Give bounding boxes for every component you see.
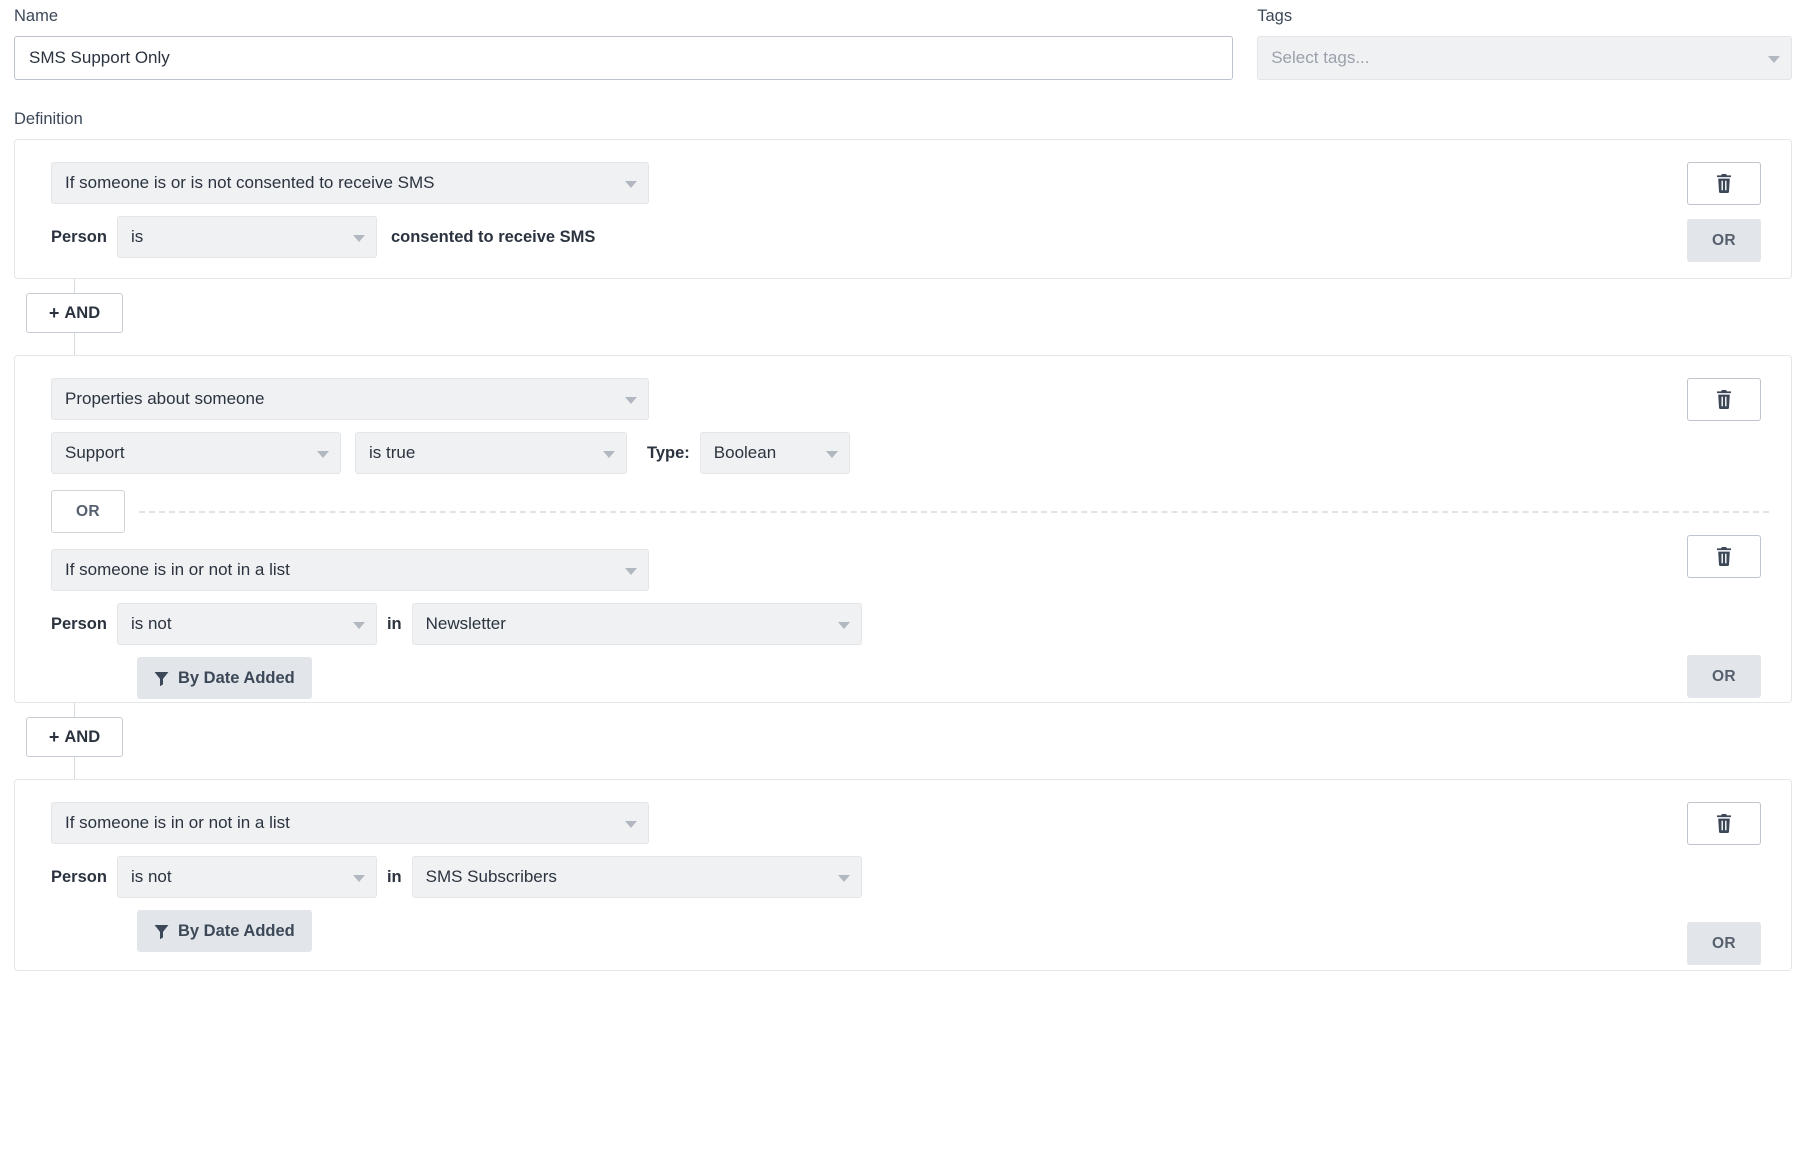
person-label-1: Person bbox=[51, 228, 107, 247]
chevron-down-icon bbox=[625, 821, 637, 828]
operator-value-1: is bbox=[131, 227, 143, 247]
list-operator-value-2: is not bbox=[131, 614, 172, 634]
trash-icon bbox=[1716, 390, 1732, 409]
condition-type-select-1[interactable]: If someone is or is not consented to rec… bbox=[51, 162, 649, 204]
plus-icon: + bbox=[49, 304, 60, 322]
by-date-added-button-3[interactable]: By Date Added bbox=[137, 910, 312, 952]
form-header-row: Name Tags Select tags... bbox=[14, 0, 1792, 80]
list-value-2: Newsletter bbox=[426, 614, 506, 634]
condition-detail-row-1: Person is consented to receive SMS bbox=[51, 216, 1769, 258]
chevron-down-icon bbox=[826, 451, 838, 458]
condition-type-value-2: Properties about someone bbox=[65, 389, 264, 409]
chevron-down-icon bbox=[1768, 56, 1780, 63]
tags-select[interactable]: Select tags... bbox=[1257, 36, 1792, 80]
delete-condition-button-2a[interactable] bbox=[1687, 378, 1761, 421]
funnel-icon bbox=[154, 671, 169, 686]
chevron-down-icon bbox=[353, 622, 365, 629]
sub-condition-type-select-2[interactable]: If someone is in or not in a list bbox=[51, 549, 649, 591]
list-select-3[interactable]: SMS Subscribers bbox=[412, 856, 862, 898]
tags-field-group: Tags Select tags... bbox=[1257, 6, 1792, 80]
condition-type-select-2[interactable]: Properties about someone bbox=[51, 378, 649, 420]
condition-type-row-1: If someone is or is not consented to rec… bbox=[51, 162, 1769, 204]
chevron-down-icon bbox=[838, 875, 850, 882]
condition-type-row-2: Properties about someone bbox=[51, 378, 1769, 420]
chevron-down-icon bbox=[625, 181, 637, 188]
in-label-3: in bbox=[387, 868, 402, 887]
trash-icon bbox=[1716, 547, 1732, 566]
type-value-2: Boolean bbox=[714, 443, 776, 463]
add-and-button-1[interactable]: + AND bbox=[26, 293, 123, 333]
date-filter-row-2: By Date Added bbox=[51, 657, 1769, 699]
date-filter-row-3: By Date Added bbox=[51, 910, 1769, 952]
list-condition-row-3: Person is not in SMS Subscribers bbox=[51, 856, 1769, 898]
tags-select-value: Select tags... bbox=[1271, 48, 1369, 68]
condition-type-select-3[interactable]: If someone is in or not in a list bbox=[51, 802, 649, 844]
condition-block-2: Properties about someone Support is true… bbox=[14, 355, 1792, 703]
condition-type-row-3: If someone is in or not in a list bbox=[51, 802, 1769, 844]
definition-group: If someone is or is not consented to rec… bbox=[14, 139, 1792, 971]
sub-condition-type-value-2: If someone is in or not in a list bbox=[65, 560, 290, 580]
or-button-1[interactable]: OR bbox=[1687, 219, 1761, 262]
segment-definition-page: Name Tags Select tags... Definition If s… bbox=[0, 0, 1806, 1154]
trash-icon bbox=[1716, 174, 1732, 193]
type-select-2[interactable]: Boolean bbox=[700, 432, 850, 474]
person-label-2: Person bbox=[51, 615, 107, 634]
chevron-down-icon bbox=[625, 568, 637, 575]
definition-label: Definition bbox=[14, 110, 1792, 129]
name-field-group: Name bbox=[14, 6, 1233, 80]
chevron-down-icon bbox=[317, 451, 329, 458]
or-button-2[interactable]: OR bbox=[1687, 655, 1761, 698]
comparison-value-2: is true bbox=[369, 443, 415, 463]
delete-condition-button-1[interactable] bbox=[1687, 162, 1761, 205]
list-operator-value-3: is not bbox=[131, 867, 172, 887]
dashed-divider bbox=[139, 511, 1769, 513]
sub-condition-type-row-2: If someone is in or not in a list bbox=[51, 549, 1769, 591]
chevron-down-icon bbox=[838, 622, 850, 629]
name-label: Name bbox=[14, 6, 1233, 26]
chevron-down-icon bbox=[625, 397, 637, 404]
by-date-added-label-3: By Date Added bbox=[178, 922, 295, 941]
or-divider-button-2[interactable]: OR bbox=[51, 490, 125, 533]
tags-label: Tags bbox=[1257, 6, 1792, 26]
property-row-2: Support is true Type: Boolean bbox=[51, 432, 1769, 474]
chevron-down-icon bbox=[353, 235, 365, 242]
or-divider-row-2: OR bbox=[51, 490, 1769, 533]
property-select-2[interactable]: Support bbox=[51, 432, 341, 474]
or-button-3[interactable]: OR bbox=[1687, 922, 1761, 965]
condition-type-value-1: If someone is or is not consented to rec… bbox=[65, 173, 434, 193]
list-value-3: SMS Subscribers bbox=[426, 867, 557, 887]
funnel-icon bbox=[154, 924, 169, 939]
condition-suffix-1: consented to receive SMS bbox=[391, 228, 596, 247]
condition-type-value-3: If someone is in or not in a list bbox=[65, 813, 290, 833]
name-input[interactable] bbox=[14, 36, 1233, 80]
list-select-2[interactable]: Newsletter bbox=[412, 603, 862, 645]
by-date-added-label-2: By Date Added bbox=[178, 669, 295, 688]
add-and-label-2: AND bbox=[64, 728, 100, 747]
chevron-down-icon bbox=[353, 875, 365, 882]
plus-icon: + bbox=[49, 728, 60, 746]
operator-select-1[interactable]: is bbox=[117, 216, 377, 258]
property-value-2: Support bbox=[65, 443, 125, 463]
person-label-3: Person bbox=[51, 868, 107, 887]
condition-block-3: If someone is in or not in a list Person… bbox=[14, 779, 1792, 971]
list-condition-row-2: Person is not in Newsletter bbox=[51, 603, 1769, 645]
chevron-down-icon bbox=[603, 451, 615, 458]
and-connector-2: + AND bbox=[14, 703, 1792, 779]
comparison-select-2[interactable]: is true bbox=[355, 432, 627, 474]
and-connector-1: + AND bbox=[14, 279, 1792, 355]
type-label-2: Type: bbox=[647, 444, 690, 463]
delete-condition-button-2b[interactable] bbox=[1687, 535, 1761, 578]
in-label-2: in bbox=[387, 615, 402, 634]
by-date-added-button-2[interactable]: By Date Added bbox=[137, 657, 312, 699]
delete-condition-button-3[interactable] bbox=[1687, 802, 1761, 845]
add-and-button-2[interactable]: + AND bbox=[26, 717, 123, 757]
condition-block-1: If someone is or is not consented to rec… bbox=[14, 139, 1792, 279]
trash-icon bbox=[1716, 814, 1732, 833]
list-operator-select-3[interactable]: is not bbox=[117, 856, 377, 898]
add-and-label-1: AND bbox=[64, 304, 100, 323]
list-operator-select-2[interactable]: is not bbox=[117, 603, 377, 645]
